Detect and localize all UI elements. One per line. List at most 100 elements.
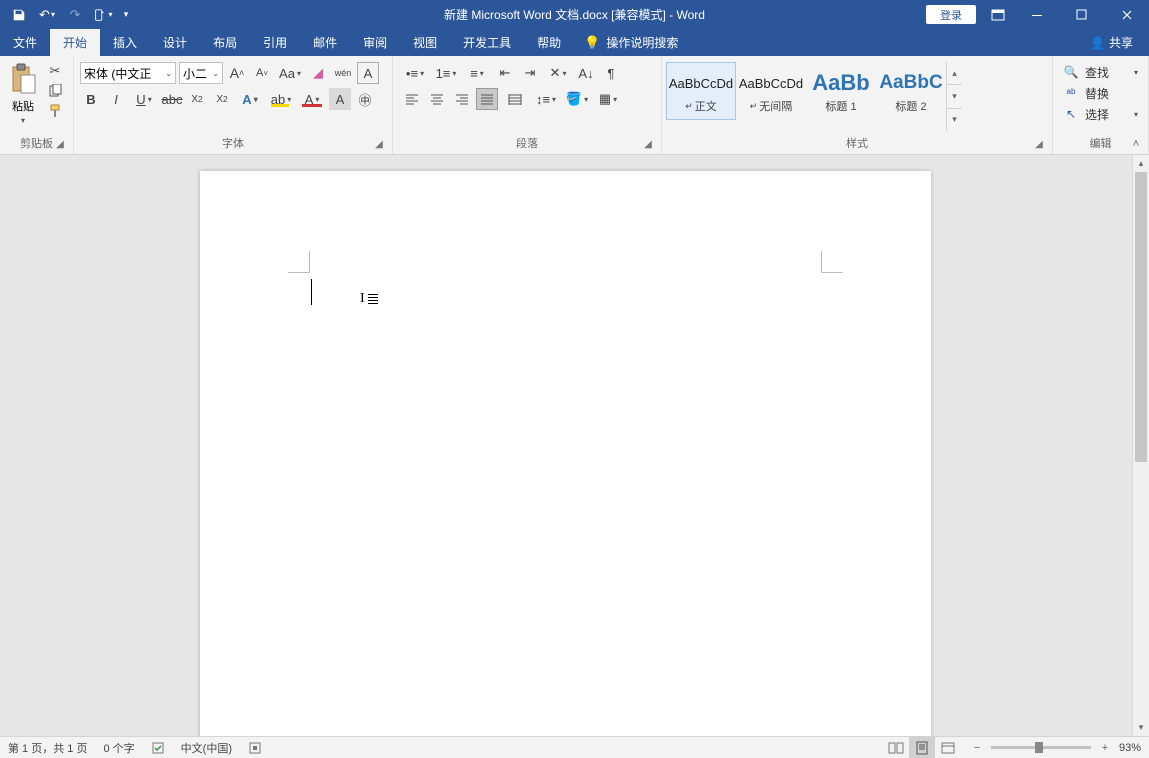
scroll-up-button[interactable]: ▴ bbox=[1133, 155, 1149, 172]
tab-developer[interactable]: 开发工具 bbox=[450, 29, 524, 56]
clear-formatting-button[interactable]: ◢ bbox=[307, 62, 329, 84]
print-layout-button[interactable] bbox=[909, 737, 935, 758]
replace-button[interactable]: ᵃᵇ替换 bbox=[1059, 83, 1142, 103]
grow-font-button[interactable]: A˄ bbox=[226, 62, 248, 84]
asian-layout-button[interactable]: ✕▾ bbox=[544, 62, 572, 84]
word-count-status[interactable]: 0 个字 bbox=[95, 737, 142, 758]
tab-file[interactable]: 文件 bbox=[0, 29, 50, 56]
font-launcher[interactable]: ◢ bbox=[372, 137, 386, 151]
shrink-font-button[interactable]: A˅ bbox=[251, 62, 273, 84]
language-status[interactable]: 中文(中国) bbox=[173, 737, 240, 758]
tab-layout[interactable]: 布局 bbox=[200, 29, 250, 56]
customize-qat-button[interactable]: ▾ bbox=[118, 3, 134, 27]
align-right-button[interactable] bbox=[451, 88, 473, 110]
format-painter-button[interactable] bbox=[44, 102, 66, 120]
tab-mailings[interactable]: 邮件 bbox=[300, 29, 350, 56]
text-effects-button[interactable]: A▾ bbox=[236, 88, 264, 110]
style-no-spacing[interactable]: AaBbCcDd ↵无间隔 bbox=[736, 62, 806, 120]
macro-status[interactable] bbox=[240, 737, 270, 758]
character-border-button[interactable]: A bbox=[357, 62, 379, 84]
superscript-button[interactable]: X2 bbox=[211, 88, 233, 110]
zoom-slider[interactable] bbox=[991, 746, 1091, 749]
underline-button[interactable]: U▾ bbox=[130, 88, 158, 110]
tab-home[interactable]: 开始 bbox=[50, 29, 100, 56]
window-controls: 登录 bbox=[926, 0, 1149, 29]
character-shading-button[interactable]: A bbox=[329, 88, 351, 110]
decrease-indent-button[interactable]: ⇤ bbox=[494, 62, 516, 84]
minimize-button[interactable] bbox=[1014, 0, 1059, 29]
vertical-scrollbar[interactable]: ▴ ▾ bbox=[1132, 155, 1149, 736]
font-name-combo[interactable]: 宋体 (中文正⌄ bbox=[80, 62, 176, 84]
save-button[interactable] bbox=[6, 3, 32, 27]
copy-button[interactable] bbox=[44, 82, 66, 100]
subscript-button[interactable]: X2 bbox=[186, 88, 208, 110]
tab-review[interactable]: 审阅 bbox=[350, 29, 400, 56]
cut-button[interactable]: ✂ bbox=[44, 62, 66, 80]
zoom-level[interactable]: 93% bbox=[1119, 742, 1141, 754]
italic-button[interactable]: I bbox=[105, 88, 127, 110]
document-page[interactable]: I bbox=[200, 171, 931, 736]
scroll-thumb[interactable] bbox=[1135, 172, 1147, 462]
phonetic-guide-button[interactable]: wén bbox=[332, 62, 354, 84]
font-color-button[interactable]: A▾ bbox=[298, 88, 326, 110]
undo-button[interactable]: ↶▾ bbox=[34, 3, 60, 27]
align-justify-button[interactable] bbox=[476, 88, 498, 110]
tell-me-search[interactable]: 💡 操作说明搜索 bbox=[574, 29, 688, 56]
close-button[interactable] bbox=[1104, 0, 1149, 29]
borders-button[interactable]: ▦▾ bbox=[594, 88, 622, 110]
share-button[interactable]: 👤 共享 bbox=[1082, 29, 1141, 56]
select-button[interactable]: ↖选择▾ bbox=[1059, 104, 1142, 124]
bold-button[interactable]: B bbox=[80, 88, 102, 110]
strikethrough-button[interactable]: abc bbox=[161, 88, 183, 110]
touch-mode-button[interactable]: ▾ bbox=[90, 3, 116, 27]
tab-references[interactable]: 引用 bbox=[250, 29, 300, 56]
styles-row-up[interactable]: ▴ bbox=[947, 62, 962, 85]
page-number-status[interactable]: 第 1 页，共 1 页 bbox=[0, 737, 95, 758]
zoom-in-button[interactable]: + bbox=[1097, 742, 1113, 754]
zoom-out-button[interactable]: − bbox=[969, 742, 985, 754]
tab-insert[interactable]: 插入 bbox=[100, 29, 150, 56]
clipboard-launcher[interactable]: ◢ bbox=[53, 137, 67, 151]
style-normal[interactable]: AaBbCcDd ↵正文 bbox=[666, 62, 736, 120]
highlight-button[interactable]: ab▾ bbox=[267, 88, 295, 110]
margin-corner-icon bbox=[821, 251, 843, 273]
collapse-ribbon-button[interactable]: ˄ bbox=[1127, 136, 1145, 152]
paste-button[interactable]: 粘贴 ▾ bbox=[4, 60, 42, 125]
styles-row-down[interactable]: ▾ bbox=[947, 85, 962, 108]
group-paragraph-label: 段落 bbox=[516, 138, 538, 150]
sign-in-button[interactable]: 登录 bbox=[926, 5, 976, 24]
zoom-slider-knob[interactable] bbox=[1035, 742, 1043, 753]
paragraph-launcher[interactable]: ◢ bbox=[641, 137, 655, 151]
redo-button[interactable]: ↷ bbox=[62, 3, 88, 27]
line-spacing-button[interactable]: ↕≡▾ bbox=[532, 88, 560, 110]
enclose-characters-button[interactable]: ㊥ bbox=[354, 88, 376, 110]
style-heading-1[interactable]: AaBb 标题 1 bbox=[806, 62, 876, 120]
find-button[interactable]: 🔍查找▾ bbox=[1059, 62, 1142, 82]
show-hide-marks-button[interactable]: ¶ bbox=[600, 62, 622, 84]
search-icon: 🔍 bbox=[1063, 65, 1079, 79]
change-case-button[interactable]: Aa▾ bbox=[276, 62, 304, 84]
tab-view[interactable]: 视图 bbox=[400, 29, 450, 56]
maximize-button[interactable] bbox=[1059, 0, 1104, 29]
spellcheck-status[interactable] bbox=[143, 737, 173, 758]
numbering-button[interactable]: 1≡▾ bbox=[432, 62, 460, 84]
font-size-combo[interactable]: 小二⌄ bbox=[179, 62, 223, 84]
align-center-button[interactable] bbox=[426, 88, 448, 110]
increase-indent-button[interactable]: ⇥ bbox=[519, 62, 541, 84]
distribute-button[interactable] bbox=[501, 88, 529, 110]
styles-expand[interactable]: ▾ bbox=[947, 109, 962, 131]
multilevel-list-button[interactable]: ≡▾ bbox=[463, 62, 491, 84]
read-mode-button[interactable] bbox=[883, 737, 909, 758]
shading-button[interactable]: 🪣▾ bbox=[563, 88, 591, 110]
style-heading-2[interactable]: AaBbC 标题 2 bbox=[876, 62, 946, 120]
sort-button[interactable]: A↓ bbox=[575, 62, 597, 84]
bullets-button[interactable]: •≡▾ bbox=[401, 62, 429, 84]
web-layout-button[interactable] bbox=[935, 737, 961, 758]
tab-help[interactable]: 帮助 bbox=[524, 29, 574, 56]
lightbulb-icon: 💡 bbox=[584, 35, 600, 51]
scroll-down-button[interactable]: ▾ bbox=[1133, 719, 1149, 736]
styles-launcher[interactable]: ◢ bbox=[1032, 137, 1046, 151]
tab-design[interactable]: 设计 bbox=[150, 29, 200, 56]
ribbon-display-options-button[interactable] bbox=[982, 0, 1014, 29]
align-left-button[interactable] bbox=[401, 88, 423, 110]
